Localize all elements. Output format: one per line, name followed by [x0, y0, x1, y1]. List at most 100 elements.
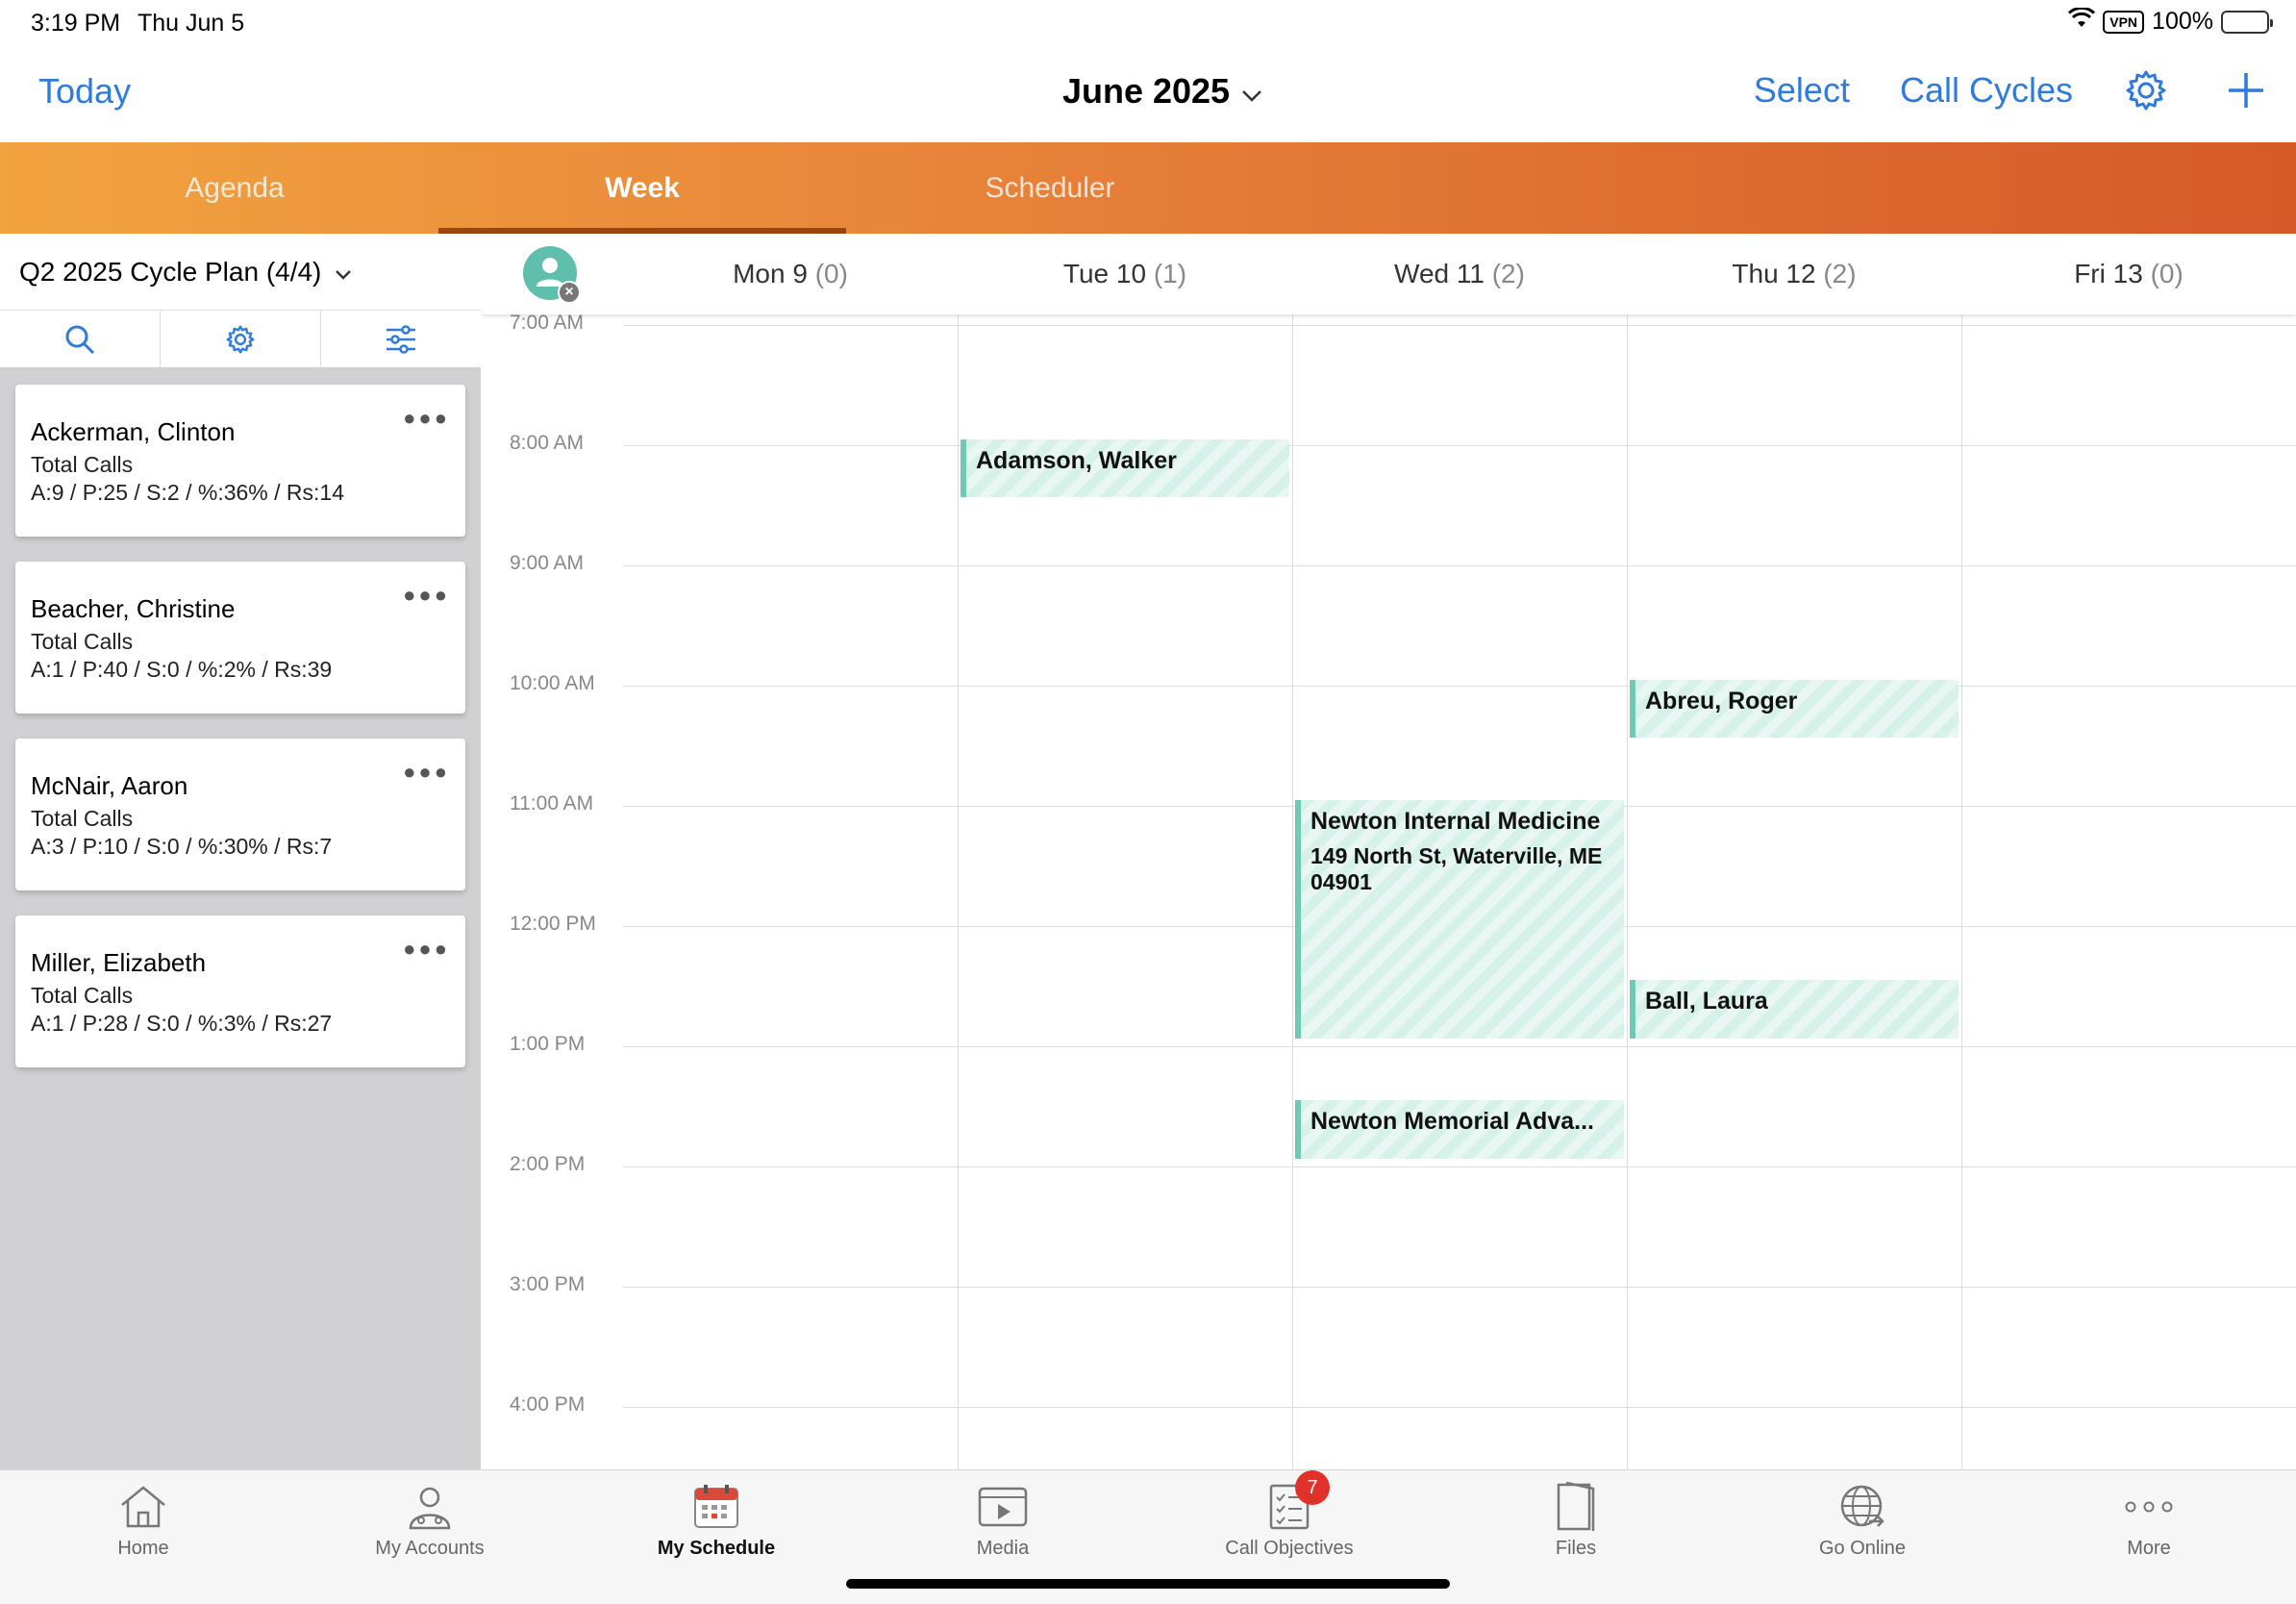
notification-badge: 7: [1295, 1470, 1330, 1505]
calendar-event[interactable]: Adamson, Walker: [961, 439, 1289, 497]
status-bar: 3:19 PM Thu Jun 5 VPN 100%: [0, 0, 2296, 46]
tab-scheduler[interactable]: Scheduler: [846, 142, 1254, 234]
wifi-icon: [2068, 6, 2096, 36]
tab-media[interactable]: Media: [860, 1470, 1146, 1566]
tab-files[interactable]: Files: [1433, 1470, 1719, 1566]
account-card[interactable]: Ackerman, Clinton Total Calls A:9 / P:25…: [15, 385, 465, 537]
status-date: Thu Jun 5: [137, 10, 245, 37]
day-column-divider: [1627, 314, 1628, 1469]
time-label: 11:00 AM: [510, 792, 594, 815]
hour-gridline: [623, 325, 2296, 326]
tab-my-schedule[interactable]: My Schedule: [573, 1470, 860, 1566]
accounts-icon: [403, 1480, 457, 1534]
account-card[interactable]: Beacher, Christine Total Calls A:1 / P:4…: [15, 562, 465, 714]
time-label: 9:00 AM: [510, 552, 585, 574]
view-tab-bar: Agenda Week Scheduler: [0, 142, 2296, 234]
search-icon[interactable]: [0, 311, 161, 367]
navigation-bar: Today June 2025 Select Call Cycles: [0, 46, 2296, 142]
total-calls-label: Total Calls: [31, 629, 134, 654]
select-button[interactable]: Select: [1754, 70, 1850, 111]
month-selector[interactable]: June 2025: [1062, 71, 1262, 112]
chevron-down-icon: [335, 257, 352, 288]
tab-label: My Schedule: [657, 1538, 776, 1559]
account-name: Beacher, Christine: [31, 594, 236, 623]
panel-toolbar: [0, 311, 481, 368]
hour-gridline: [623, 565, 2296, 566]
add-plus-icon[interactable]: [2223, 67, 2269, 113]
more-options-icon[interactable]: ●●●: [403, 937, 450, 962]
status-indicators: VPN 100%: [2068, 6, 2273, 36]
home-indicator[interactable]: [846, 1579, 1450, 1589]
tab-label: My Accounts: [375, 1538, 485, 1559]
cycle-plan-panel: Q2 2025 Cycle Plan (4/4) Ackerman, Clint…: [0, 234, 481, 1469]
call-stats: A:1 / P:28 / S:0 / %:3% / Rs:27: [31, 1011, 333, 1036]
media-icon: [976, 1480, 1030, 1534]
status-time: 3:19 PM: [31, 10, 121, 37]
vpn-badge: VPN: [2103, 10, 2145, 34]
more-options-icon[interactable]: ●●●: [403, 583, 450, 608]
tab-label: More: [2127, 1538, 2171, 1559]
clear-filter-icon[interactable]: ×: [558, 281, 581, 304]
time-label: 4:00 PM: [510, 1393, 586, 1416]
call-stats: A:1 / P:40 / S:0 / %:2% / Rs:39: [31, 657, 333, 682]
event-title: Newton Internal Medicine: [1310, 808, 1601, 835]
day-header-tue[interactable]: Tue 10 (1): [958, 259, 1292, 289]
tab-call-objectives[interactable]: 7 Call Objectives: [1146, 1470, 1433, 1566]
tab-week[interactable]: Week: [438, 142, 846, 234]
total-calls-label: Total Calls: [31, 983, 134, 1008]
today-button[interactable]: Today: [38, 71, 131, 112]
cycle-plan-selector[interactable]: Q2 2025 Cycle Plan (4/4): [0, 234, 481, 311]
hour-gridline: [623, 1407, 2296, 1408]
tab-my-accounts[interactable]: My Accounts: [287, 1470, 573, 1566]
user-filter-avatar[interactable]: ×: [523, 246, 581, 304]
total-calls-label: Total Calls: [31, 452, 134, 477]
files-icon: [1549, 1480, 1603, 1534]
tab-more[interactable]: More: [2006, 1470, 2292, 1566]
tab-label: Call Objectives: [1225, 1538, 1354, 1559]
more-options-icon[interactable]: ●●●: [403, 406, 450, 431]
tab-go-online[interactable]: Go Online: [1719, 1470, 2006, 1566]
day-column-divider: [1961, 314, 1962, 1469]
settings-gear-icon[interactable]: [2123, 67, 2169, 113]
tab-home[interactable]: Home: [0, 1470, 287, 1566]
tab-label: Home: [117, 1538, 169, 1559]
month-title: June 2025: [1061, 71, 1231, 111]
time-label: 8:00 AM: [510, 432, 585, 454]
time-label: 12:00 PM: [510, 913, 596, 935]
gear-icon[interactable]: [161, 311, 321, 367]
globe-icon: [1835, 1480, 1889, 1534]
hour-gridline: [623, 1046, 2296, 1047]
account-name: Ackerman, Clinton: [31, 417, 236, 446]
day-header-row: × Mon 9 (0) Tue 10 (1) Wed 11 (2) Thu 12…: [481, 234, 2296, 314]
account-card[interactable]: Miller, Elizabeth Total Calls A:1 / P:28…: [15, 915, 465, 1067]
event-title: Abreu, Roger: [1645, 688, 1798, 714]
hour-gridline: [623, 1287, 2296, 1288]
time-label: 3:00 PM: [510, 1273, 586, 1295]
hour-gridline: [623, 1166, 2296, 1167]
time-label: 1:00 PM: [510, 1033, 586, 1055]
filter-sliders-icon[interactable]: [321, 311, 481, 367]
more-options-icon[interactable]: ●●●: [403, 760, 450, 785]
day-header-thu[interactable]: Thu 12 (2): [1627, 259, 1961, 289]
nav-actions: Select Call Cycles: [1754, 67, 2269, 113]
tab-agenda[interactable]: Agenda: [31, 142, 438, 234]
day-header-fri[interactable]: Fri 13 (0): [1961, 259, 2296, 289]
event-title: Adamson, Walker: [976, 447, 1177, 474]
time-label: 2:00 PM: [510, 1153, 586, 1175]
week-calendar: × Mon 9 (0) Tue 10 (1) Wed 11 (2) Thu 12…: [481, 234, 2296, 1469]
account-card[interactable]: McNair, Aaron Total Calls A:3 / P:10 / S…: [15, 739, 465, 890]
calendar-event[interactable]: Newton Memorial Adva...: [1295, 1100, 1624, 1159]
day-header-mon[interactable]: Mon 9 (0): [623, 259, 958, 289]
calendar-event[interactable]: Ball, Laura: [1630, 980, 1959, 1039]
hour-gridline: [623, 686, 2296, 687]
call-cycles-button[interactable]: Call Cycles: [1900, 70, 2073, 111]
tab-label: Go Online: [1818, 1538, 1907, 1559]
event-address: 149 North St, Waterville, ME 04901: [1310, 843, 1603, 894]
day-header-wed[interactable]: Wed 11 (2): [1292, 259, 1627, 289]
calendar-event[interactable]: Abreu, Roger: [1630, 680, 1959, 738]
home-icon: [116, 1480, 170, 1534]
checklist-icon: 7: [1262, 1470, 1330, 1534]
battery-icon: [2221, 10, 2273, 34]
calendar-event[interactable]: Newton Internal Medicine 149 North St, W…: [1295, 800, 1624, 1039]
event-title: Newton Memorial Adva...: [1310, 1108, 1594, 1135]
